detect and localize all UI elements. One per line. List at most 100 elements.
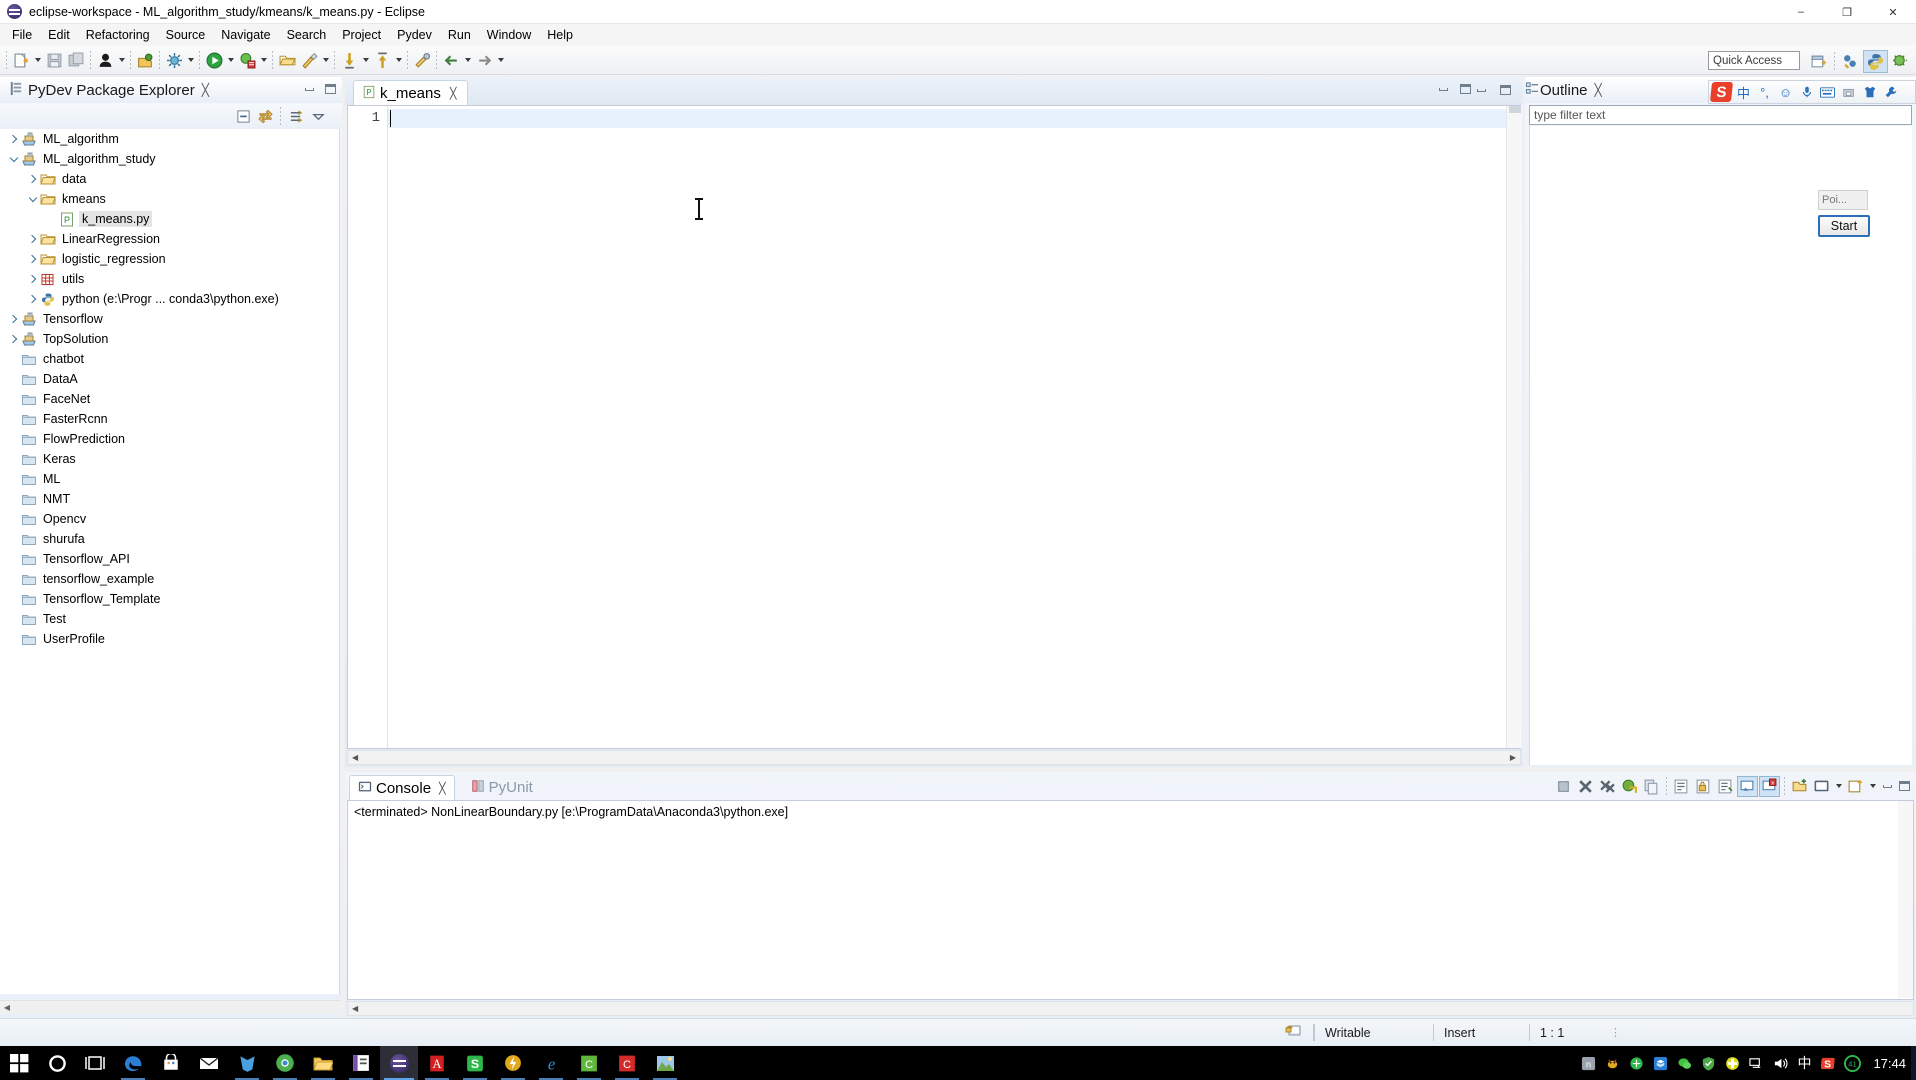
tree-item-tensorflow-example[interactable]: tensorflow_example: [0, 569, 339, 589]
close-icon[interactable]: ╳: [202, 84, 209, 96]
open-console-menu-icon[interactable]: [1845, 776, 1866, 797]
python-perspective-icon[interactable]: [1863, 49, 1888, 73]
maximize-icon[interactable]: [1896, 778, 1912, 794]
menu-edit[interactable]: Edit: [40, 26, 78, 44]
volume-icon[interactable]: [1769, 1052, 1791, 1074]
explorer-horizontal-scrollbar[interactable]: ◀: [0, 1000, 341, 1014]
open-perspective-icon[interactable]: [1806, 50, 1831, 73]
open-console-icon[interactable]: [1789, 776, 1810, 797]
chevron-down-icon[interactable]: [25, 191, 40, 207]
ime-chinese-icon[interactable]: 中: [1793, 1052, 1815, 1074]
build-dropdown[interactable]: [185, 49, 196, 71]
windows-start-icon[interactable]: [0, 1046, 38, 1080]
project-tree[interactable]: P ML_algorithm P ML_algorithm_study data kmea…: [0, 129, 340, 994]
forward-dropdown[interactable]: [495, 49, 506, 71]
eclipse-icon[interactable]: [380, 1046, 418, 1080]
settings-wrench-icon[interactable]: [1881, 83, 1900, 102]
view-menu-icon[interactable]: [308, 106, 328, 126]
scroll-left-icon[interactable]: ◀: [348, 753, 362, 762]
scrollbar-thumb[interactable]: [1509, 106, 1521, 113]
save-icon[interactable]: [43, 49, 65, 71]
minimize-button[interactable]: –: [1778, 0, 1824, 24]
tree-item-chatbot[interactable]: chatbot: [0, 349, 339, 369]
chevron-right-icon[interactable]: [25, 171, 40, 187]
acrobat-icon[interactable]: A: [418, 1046, 456, 1080]
task-view-icon[interactable]: [76, 1046, 114, 1080]
tree-item-userprofile[interactable]: UserProfile: [0, 629, 339, 649]
previous-annotation-icon[interactable]: [338, 49, 360, 71]
new-console-dropdown[interactable]: [1833, 775, 1844, 797]
tree-item-linearregression[interactable]: LinearRegression: [0, 229, 339, 249]
clear-console-icon[interactable]: [1715, 776, 1736, 797]
menu-refactoring[interactable]: Refactoring: [78, 26, 158, 44]
tree-item-dataa[interactable]: DataA: [0, 369, 339, 389]
external-tools-dropdown[interactable]: [320, 49, 331, 71]
box-icon[interactable]: [1649, 1052, 1671, 1074]
maximize-button[interactable]: ❐: [1824, 0, 1870, 24]
new-wizard-dropdown[interactable]: [32, 49, 43, 71]
tree-item-ml-algorithm[interactable]: P ML_algorithm: [0, 129, 339, 149]
minimize-icon[interactable]: [1435, 81, 1451, 97]
console-vertical-scrollbar[interactable]: [1898, 801, 1913, 998]
menu-project[interactable]: Project: [334, 26, 389, 44]
editor-vertical-scrollbar[interactable]: [1506, 106, 1522, 748]
pest-icon[interactable]: [1601, 1052, 1623, 1074]
close-icon[interactable]: ╳: [439, 782, 446, 795]
scroll-lock-icon[interactable]: [1693, 776, 1714, 797]
screenshot-icon[interactable]: [1839, 83, 1858, 102]
tree-item-logistic-regression[interactable]: logistic_regression: [0, 249, 339, 269]
resize-grip[interactable]: ⋮: [1600, 1026, 1631, 1039]
menu-source[interactable]: Source: [158, 26, 214, 44]
relaunch-icon[interactable]: [1619, 776, 1640, 797]
display-console-icon[interactable]: x: [1759, 775, 1780, 797]
back-icon[interactable]: [440, 49, 462, 71]
forward-icon[interactable]: [473, 49, 495, 71]
tab-pyunit[interactable]: PyUnit: [463, 775, 541, 800]
menu-pydev[interactable]: Pydev: [389, 26, 440, 44]
pydev-perspective-icon[interactable]: [1838, 50, 1863, 73]
collapse-all-icon[interactable]: [233, 106, 253, 126]
next-annotation-icon[interactable]: [371, 49, 393, 71]
ime-mode-chinese-icon[interactable]: 中: [1734, 83, 1753, 102]
ie-icon[interactable]: e: [532, 1046, 570, 1080]
scroll-right-icon[interactable]: ▶: [1506, 753, 1520, 762]
tree-item-fasterrcnn[interactable]: FasterRcnn: [0, 409, 339, 429]
copy-icon[interactable]: [1641, 776, 1662, 797]
tree-item-test[interactable]: Test: [0, 609, 339, 629]
close-icon[interactable]: ╳: [450, 87, 457, 100]
explorer-icon[interactable]: [304, 1046, 342, 1080]
cpp-icon[interactable]: C: [570, 1046, 608, 1080]
tree-item-python-e-progr-conda3-python-exe[interactable]: python (e:\Progr ... conda3\python.exe): [0, 289, 339, 309]
keyboard-icon[interactable]: [1818, 83, 1837, 102]
tree-item-opencv[interactable]: Opencv: [0, 509, 339, 529]
sogou-icon[interactable]: S: [456, 1046, 494, 1080]
mail-icon[interactable]: [190, 1046, 228, 1080]
link-with-editor-icon[interactable]: [255, 106, 275, 126]
chevron-right-icon[interactable]: [6, 311, 21, 327]
tree-item-nmt[interactable]: NMT: [0, 489, 339, 509]
open-type-icon[interactable]: [94, 49, 116, 71]
last-edit-location-icon[interactable]: [411, 49, 433, 71]
punctuation-mode-icon[interactable]: °,: [1755, 83, 1774, 102]
chrome-icon[interactable]: [266, 1046, 304, 1080]
remove-all-terminated-icon[interactable]: [1597, 776, 1618, 797]
build-icon[interactable]: [163, 49, 185, 71]
console-horizontal-scrollbar[interactable]: ◀: [347, 1001, 1914, 1016]
tab-console[interactable]: Console ╳: [349, 775, 455, 800]
next-annotation-dropdown[interactable]: [393, 49, 404, 71]
console-menu-dropdown[interactable]: [1867, 775, 1878, 797]
tree-item-kmeans[interactable]: kmeans: [0, 189, 339, 209]
chevron-right-icon[interactable]: [25, 231, 40, 247]
notification-center-icon[interactable]: [1911, 1046, 1916, 1080]
microphone-icon[interactable]: [1797, 83, 1816, 102]
tree-item-keras[interactable]: Keras: [0, 449, 339, 469]
tab-k-means[interactable]: P k_means ╳: [353, 80, 468, 105]
tree-item-ml[interactable]: ML: [0, 469, 339, 489]
thunder-icon[interactable]: [494, 1046, 532, 1080]
tree-item-tensorflow-api[interactable]: Tensorflow_API: [0, 549, 339, 569]
edge-icon[interactable]: [114, 1046, 152, 1080]
tree-item-tensorflow[interactable]: P Tensorflow: [0, 309, 339, 329]
open-resource-icon[interactable]: [276, 49, 298, 71]
tree-item-k-means-py[interactable]: Pk_means.py: [0, 209, 339, 229]
chevron-right-icon[interactable]: [25, 251, 40, 267]
